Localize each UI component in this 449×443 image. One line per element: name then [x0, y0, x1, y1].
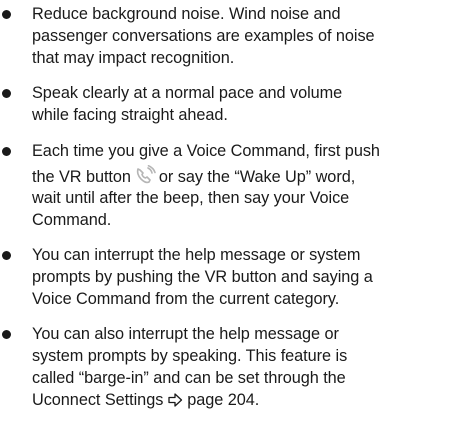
text-line: prompts by pushing the VR button and say… — [32, 268, 373, 286]
bullet-dot — [2, 147, 11, 156]
text-segment: Uconnect Settings — [32, 391, 164, 409]
text-line: Each time you give a Voice Command, firs… — [32, 142, 380, 160]
text-line: Reduce background noise. Wind noise and — [32, 5, 341, 23]
bullet-dot — [2, 10, 11, 19]
text-line: You can interrupt the help message or sy… — [32, 246, 361, 264]
text-line: passenger conversations are examples of … — [32, 27, 375, 45]
page-reference[interactable]: page 204. — [187, 391, 259, 409]
text-line: You can also interrupt the help message … — [32, 325, 339, 343]
text-line: Speak clearly at a normal pace and volum… — [32, 84, 343, 102]
bullet-dot — [2, 89, 11, 98]
bullet-dot — [2, 251, 11, 260]
text-line: while facing straight ahead. — [32, 106, 228, 124]
text-line: wait until after the beep, then say your… — [32, 189, 350, 207]
text-line: Voice Command from the current category. — [32, 290, 340, 308]
bullet-dot — [2, 330, 11, 339]
text-line-with-icon: Uconnect Settings page 204. — [32, 389, 259, 413]
text-line: called “barge-in” and can be set through… — [32, 369, 346, 387]
text-line: system prompts by speaking. This feature… — [32, 347, 348, 365]
text-segment: or say the “Wake Up” word, — [158, 168, 356, 186]
page-reference-arrow-icon — [168, 391, 183, 413]
text-line: Command. — [32, 211, 112, 229]
text-line: that may impact recognition. — [32, 49, 235, 67]
text-segment: the VR button — [32, 168, 131, 186]
